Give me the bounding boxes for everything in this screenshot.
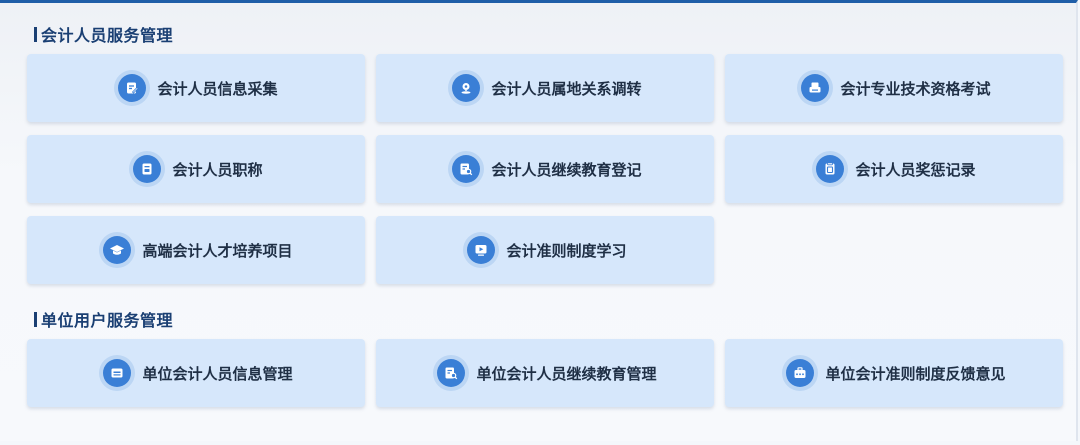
- service-card-talent-training[interactable]: 高端会计人才培养项目: [27, 216, 365, 284]
- edit-form-icon: [114, 70, 151, 106]
- section-title-marker: [34, 26, 37, 42]
- service-card-unit-continuing-education[interactable]: 单位会计人员继续教育管理: [376, 339, 714, 407]
- section-title-text: 会计人员服务管理: [41, 26, 174, 45]
- service-card-professional-title[interactable]: 会计人员职称: [27, 135, 365, 203]
- section-title-accountant-services: 会计人员服务管理: [33, 24, 174, 45]
- graduation-cap-icon: [99, 232, 136, 268]
- video-play-icon: [463, 232, 500, 268]
- service-card-label: 单位会计准则制度反馈意见: [825, 364, 1006, 383]
- service-card-continuing-education[interactable]: 会计人员继续教育登记: [376, 135, 714, 203]
- service-card-unit-standards-feedback[interactable]: 单位会计准则制度反馈意见: [725, 339, 1063, 407]
- service-card-info-collection[interactable]: 会计人员信息采集: [27, 54, 365, 122]
- service-card-label: 会计人员奖惩记录: [855, 160, 976, 179]
- document-search-icon: [448, 151, 485, 187]
- service-card-label: 会计准则制度学习: [506, 241, 627, 260]
- service-card-territorial-transfer[interactable]: 会计人员属地关系调转: [376, 54, 714, 122]
- service-card-standards-study[interactable]: 会计准则制度学习: [376, 216, 714, 284]
- service-card-rewards-penalties[interactable]: 会计人员奖惩记录: [725, 135, 1063, 203]
- record-book-icon: [812, 151, 849, 187]
- service-panel: 会计人员服务管理 会计人员信息采集 会计人员属地关系调转 会计专业技术资格考试 …: [0, 0, 1078, 441]
- service-card-label: 会计人员信息采集: [157, 79, 278, 98]
- service-card-label: 会计专业技术资格考试: [840, 79, 991, 98]
- accountant-services-grid: 会计人员信息采集 会计人员属地关系调转 会计专业技术资格考试 会计人员职称 会计…: [27, 54, 1063, 284]
- service-card-label: 会计人员职称: [172, 160, 263, 179]
- id-card-icon: [99, 355, 136, 391]
- service-card-qualification-exam[interactable]: 会计专业技术资格考试: [725, 54, 1063, 122]
- section-title-text: 单位用户服务管理: [41, 311, 174, 330]
- service-card-label: 单位会计人员信息管理: [142, 364, 293, 383]
- service-card-label: 高端会计人才培养项目: [142, 241, 293, 260]
- briefcase-icon: [782, 355, 819, 391]
- exam-printer-icon: [797, 70, 834, 106]
- location-pin-icon: [448, 70, 485, 106]
- service-card-label: 会计人员继续教育登记: [491, 160, 642, 179]
- section-title-unit-services: 单位用户服务管理: [33, 309, 174, 330]
- service-card-unit-info-management[interactable]: 单位会计人员信息管理: [27, 339, 365, 407]
- document-search-icon: [433, 355, 470, 391]
- unit-services-grid: 单位会计人员信息管理 单位会计人员继续教育管理 单位会计准则制度反馈意见: [27, 339, 1063, 407]
- section-title-marker: [34, 311, 37, 327]
- certificate-icon: [129, 151, 166, 187]
- service-card-label: 会计人员属地关系调转: [491, 79, 642, 98]
- service-card-label: 单位会计人员继续教育管理: [476, 364, 657, 383]
